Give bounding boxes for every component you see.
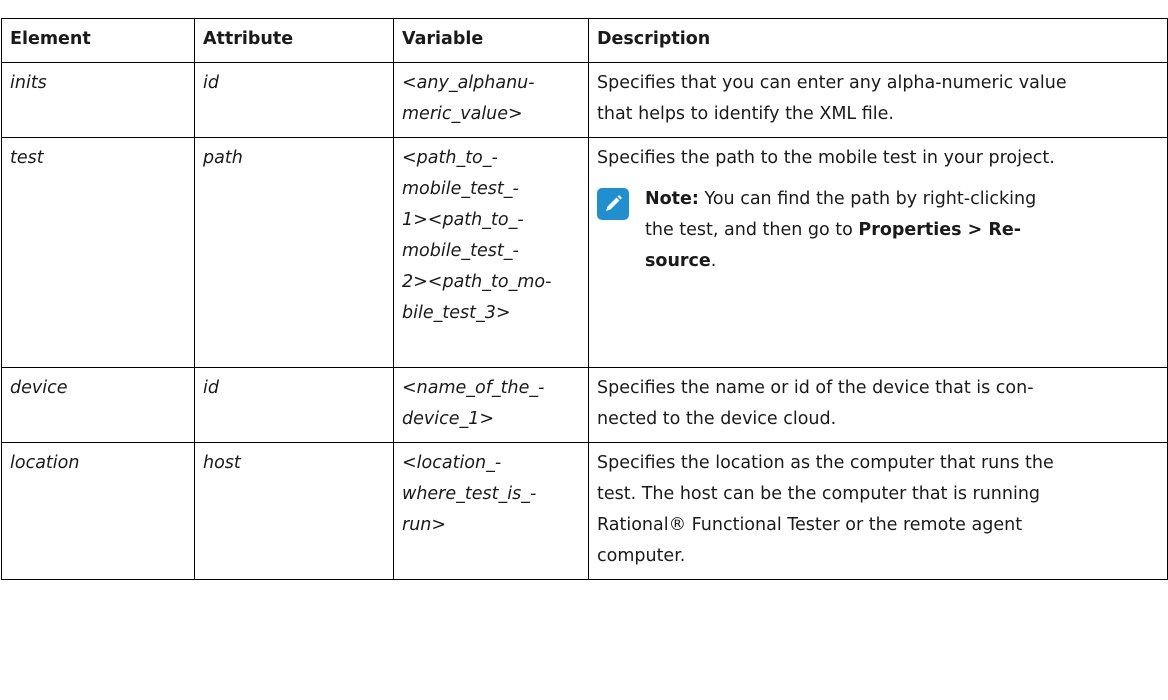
table-row: inits id <any_alphanu- meric_value> Spec… <box>1 62 1168 138</box>
description-line: nected to the device cloud. <box>597 409 837 429</box>
cell-element: inits <box>1 62 195 138</box>
cell-variable: <path_to_- mobile_test_- 1><path_to_- mo… <box>393 137 589 368</box>
description-line: Specifies the name or id of the device t… <box>597 378 1034 398</box>
variable-line: <path_to_- <box>402 148 498 168</box>
variable-line: where_test_is_- <box>402 484 537 504</box>
cell-description: Specifies the path to the mobile test in… <box>588 137 1168 368</box>
cell-description: Specifies that you can enter any alpha-n… <box>588 62 1168 138</box>
description-line: Specifies that you can enter any alpha-n… <box>597 73 1067 93</box>
cell-variable: <any_alphanu- meric_value> <box>393 62 589 138</box>
variable-line: <location_- <box>402 453 502 473</box>
note-block: Note: You can find the path by right-cli… <box>597 184 1167 277</box>
note-line: the test, and then go to Properties > Re… <box>645 215 1167 246</box>
table-header-row: Element Attribute Variable Description <box>1 18 1168 63</box>
note-menu-path: Properties > Re- <box>858 220 1022 240</box>
cell-variable: <location_- where_test_is_- run> <box>393 442 589 580</box>
header-description: Description <box>588 18 1168 63</box>
cell-element: test <box>1 137 195 368</box>
note-text: the test, and then go to <box>645 220 859 240</box>
cell-attribute: path <box>194 137 394 368</box>
attributes-table: Element Attribute Variable Description i… <box>1 18 1168 580</box>
cell-description: Specifies the location as the computer t… <box>588 442 1168 580</box>
variable-line: 1><path_to_- <box>402 210 524 230</box>
description-line: Specifies the location as the computer t… <box>597 453 1054 473</box>
description-line: Specifies the path to the mobile test in… <box>597 148 1055 168</box>
cell-description: Specifies the name or id of the device t… <box>588 367 1168 443</box>
cell-attribute: host <box>194 442 394 580</box>
header-variable: Variable <box>393 18 589 63</box>
variable-line: run> <box>402 515 447 535</box>
description-line: Rational® Functional Tester or the remot… <box>597 515 1023 535</box>
note-menu-path: source <box>645 251 711 271</box>
note-text: . <box>710 251 717 271</box>
cell-element: location <box>1 442 195 580</box>
description-line: that helps to identify the XML file. <box>597 104 894 124</box>
description-line: test. The host can be the computer that … <box>597 484 1041 504</box>
variable-line: mobile_test_- <box>402 179 519 199</box>
cell-attribute: id <box>194 62 394 138</box>
variable-line: meric_value> <box>402 104 523 124</box>
table-row: location host <location_- where_test_is_… <box>1 442 1168 580</box>
variable-line: mobile_test_- <box>402 241 519 261</box>
cell-attribute: id <box>194 367 394 443</box>
note-line: Note: You can find the path by right-cli… <box>645 184 1167 215</box>
variable-line: device_1> <box>402 409 495 429</box>
note-label: Note: <box>645 189 699 209</box>
header-element: Element <box>1 18 195 63</box>
variable-line: <name_of_the_- <box>402 378 545 398</box>
table-row: device id <name_of_the_- device_1> Speci… <box>1 367 1168 443</box>
header-attribute: Attribute <box>194 18 394 63</box>
table-row: test path <path_to_- mobile_test_- 1><pa… <box>1 137 1168 368</box>
pencil-note-icon <box>597 188 629 220</box>
variable-line: 2><path_to_mo- <box>402 272 552 292</box>
note-line: source. <box>645 246 1167 277</box>
cell-element: device <box>1 367 195 443</box>
cell-variable: <name_of_the_- device_1> <box>393 367 589 443</box>
note-text: You can find the path by right-clicking <box>698 189 1037 209</box>
variable-line: <any_alphanu- <box>402 73 535 93</box>
variable-line: bile_test_3> <box>402 303 511 323</box>
description-line: computer. <box>597 546 686 566</box>
